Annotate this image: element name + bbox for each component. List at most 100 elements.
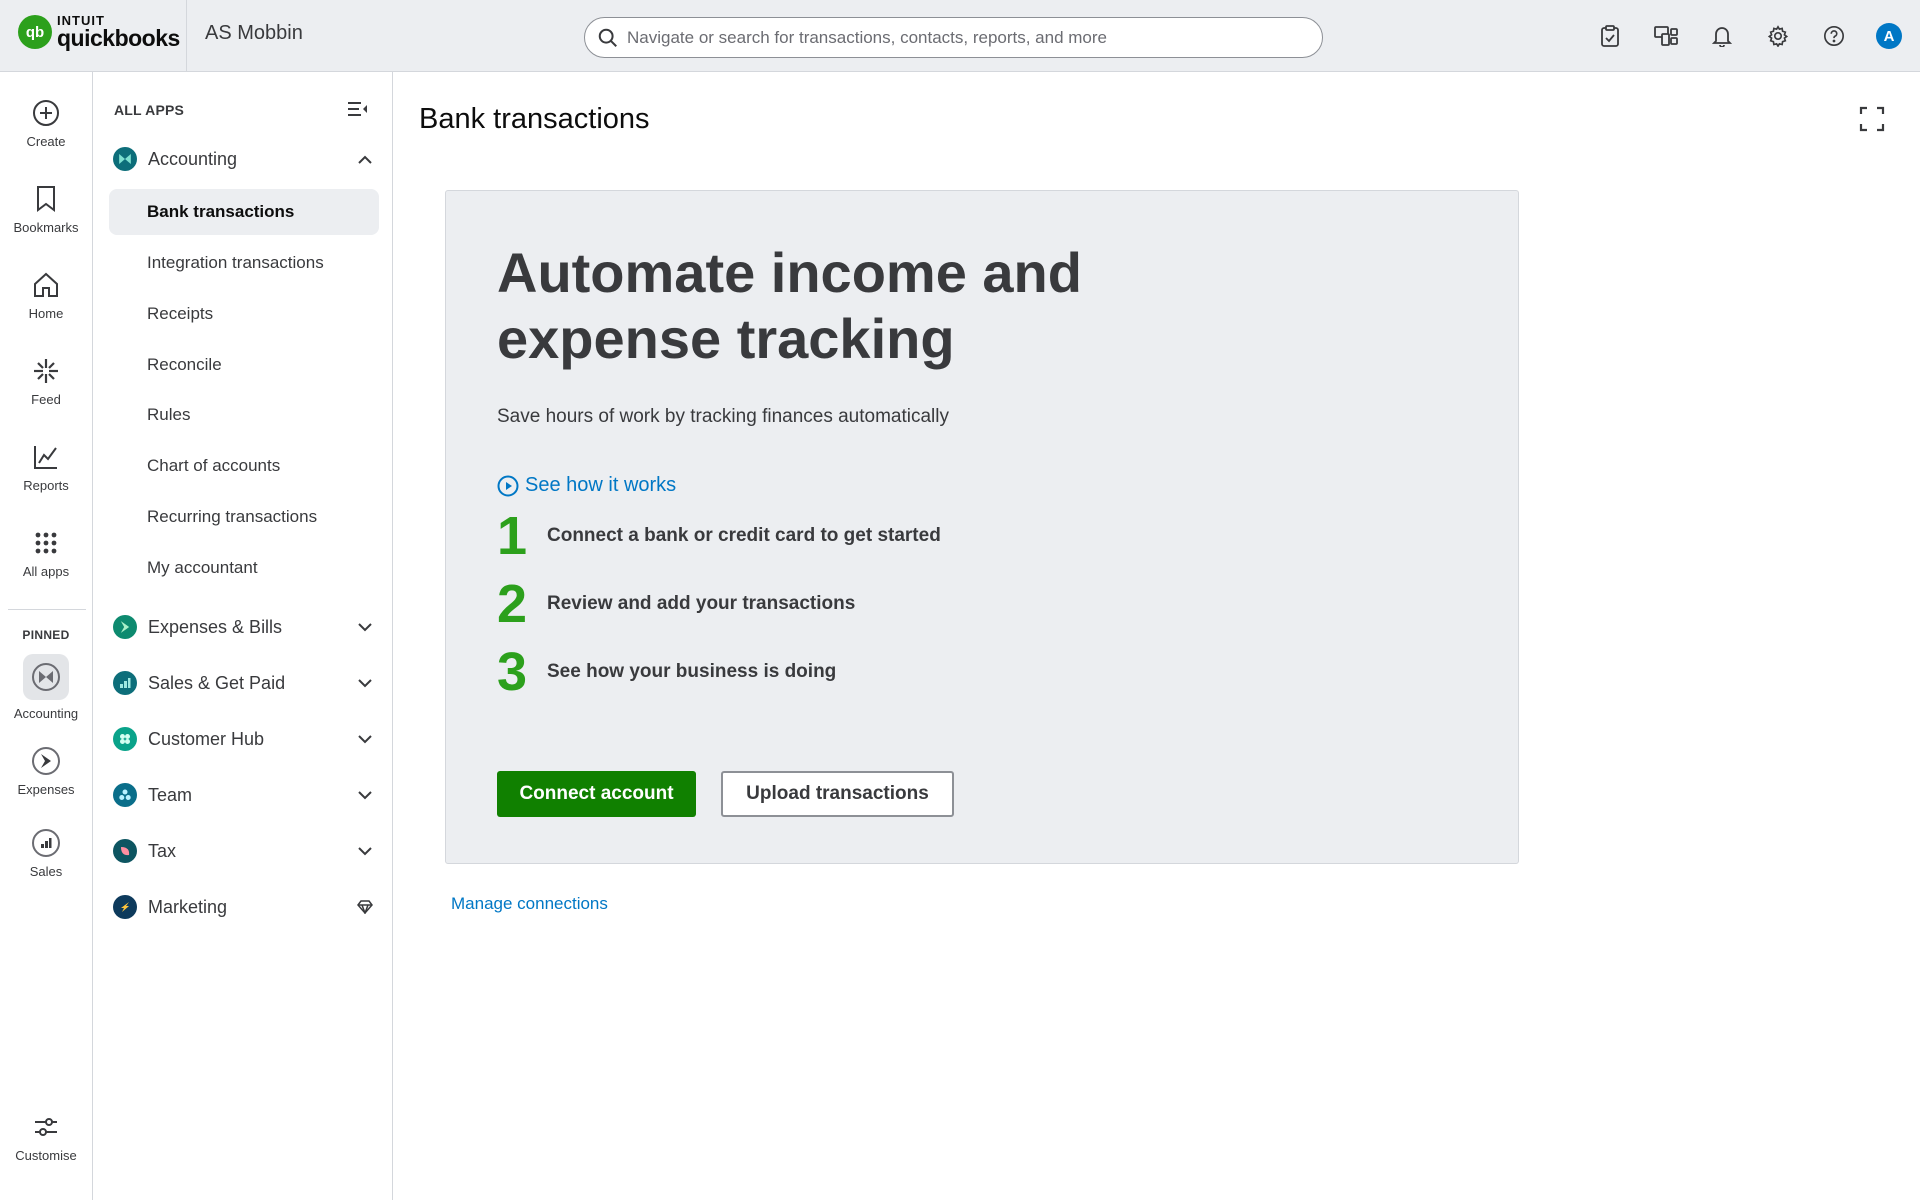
user-avatar[interactable]: A: [1876, 23, 1902, 49]
rail-bookmarks[interactable]: Bookmarks: [0, 182, 92, 235]
rail-all-apps[interactable]: All apps: [0, 526, 92, 579]
nav-item-integration-transactions[interactable]: Integration transactions: [109, 240, 379, 286]
hero-line-1: Automate income and: [497, 241, 1082, 304]
step-1: 1 Connect a bank or credit card to get s…: [497, 509, 941, 563]
team-app-icon: [113, 783, 137, 807]
search-input[interactable]: [627, 27, 1307, 48]
nav-item-reconcile[interactable]: Reconcile: [109, 342, 379, 388]
manage-connections-link[interactable]: Manage connections: [451, 894, 608, 914]
qb-logo-icon: qb: [18, 15, 52, 49]
rail-pinned-accounting-label: Accounting: [13, 706, 79, 721]
rail-home-label: Home: [28, 306, 64, 321]
line-chart-icon: [0, 440, 92, 474]
chevron-up-icon: [355, 149, 375, 169]
nav-group-team[interactable]: Team: [113, 779, 375, 811]
nav-item-recurring-transactions[interactable]: Recurring transactions: [109, 494, 379, 540]
nav-item-my-accountant[interactable]: My accountant: [109, 545, 379, 591]
global-search[interactable]: [584, 17, 1323, 58]
nav-group-accounting-label: Accounting: [148, 148, 238, 169]
chevron-down-icon: [355, 841, 375, 861]
all-apps-heading: ALL APPS: [114, 102, 185, 118]
top-icon-group: A: [1596, 22, 1920, 50]
nav-group-marketing-label: Marketing: [148, 896, 228, 917]
nav-group-marketing[interactable]: Marketing: [113, 891, 375, 923]
rail-customise[interactable]: Customise: [0, 1110, 92, 1163]
rail-pinned-expenses[interactable]: Expenses: [0, 744, 92, 797]
rail-home[interactable]: Home: [0, 268, 92, 321]
chevron-down-icon: [355, 729, 375, 749]
step-3-text: See how your business is doing: [547, 661, 837, 682]
onboarding-card: Automate income and expense tracking Sav…: [445, 190, 1519, 864]
page-title: Bank transactions: [419, 103, 650, 135]
rail-pinned-expenses-label: Expenses: [17, 782, 75, 797]
top-bar: qb INTUIT quickbooks AS Mobbin A: [0, 0, 1920, 72]
play-circle-icon: [497, 475, 519, 496]
chevron-down-icon: [355, 617, 375, 637]
expenses-icon: [32, 747, 60, 775]
hero-heading: Automate income and expense tracking: [497, 240, 1197, 372]
sliders-icon: [0, 1110, 92, 1144]
diamond-icon: [355, 897, 375, 917]
clipboard-check-icon[interactable]: [1596, 22, 1624, 50]
nav-item-bank-transactions[interactable]: Bank transactions: [109, 189, 379, 235]
help-icon[interactable]: [1820, 22, 1848, 50]
rail-pinned-sales[interactable]: Sales: [0, 826, 92, 879]
rail-feed[interactable]: Feed: [0, 354, 92, 407]
marketing-app-icon: [113, 895, 137, 919]
rail-pinned-sales-label: Sales: [29, 864, 63, 879]
sparkle-icon: [0, 354, 92, 388]
expenses-app-icon: [113, 615, 137, 639]
accounting-app-icon: [113, 147, 137, 171]
step-2-text: Review and add your transactions: [547, 593, 856, 614]
step-3-number: 3: [497, 642, 528, 702]
rail-create-label: Create: [26, 134, 66, 149]
gear-icon[interactable]: [1764, 22, 1792, 50]
rail-all-apps-label: All apps: [22, 564, 70, 579]
nav-group-customer-hub[interactable]: Customer Hub: [113, 723, 375, 755]
rail-pinned-accounting[interactable]: Accounting: [0, 654, 92, 721]
company-name[interactable]: AS Mobbin: [205, 22, 303, 45]
quickbooks-logo[interactable]: qb INTUIT quickbooks: [18, 14, 180, 50]
sales-app-icon: [113, 671, 137, 695]
nav-group-expenses-label: Expenses & Bills: [148, 616, 283, 637]
nav-group-accounting[interactable]: Accounting: [113, 143, 375, 175]
tax-app-icon: [113, 839, 137, 863]
sales-icon: [32, 829, 60, 857]
app-navigation-panel: ALL APPS Accounting Bank transactions In…: [93, 72, 393, 1200]
apps-switcher-icon[interactable]: [1652, 22, 1680, 50]
nav-group-tax-label: Tax: [148, 840, 177, 861]
nav-group-expenses-bills[interactable]: Expenses & Bills: [113, 611, 375, 643]
connect-account-button[interactable]: Connect account: [497, 771, 696, 817]
rail-reports-label: Reports: [23, 478, 69, 493]
step-1-number: 1: [497, 506, 528, 566]
chevron-down-icon: [355, 785, 375, 805]
nav-group-team-label: Team: [148, 784, 193, 805]
rail-create[interactable]: Create: [0, 96, 92, 149]
step-1-text: Connect a bank or credit card to get sta…: [547, 525, 941, 546]
pinned-heading: PINNED: [22, 628, 70, 642]
rail-reports[interactable]: Reports: [0, 440, 92, 493]
nav-item-receipts[interactable]: Receipts: [109, 291, 379, 337]
rail-bookmarks-label: Bookmarks: [13, 220, 79, 235]
plus-circle-icon: [0, 96, 92, 130]
collapse-panel-icon[interactable]: [347, 100, 369, 123]
main-content: Bank transactions Automate income and ex…: [394, 72, 1920, 1200]
upload-transactions-button[interactable]: Upload transactions: [721, 771, 954, 817]
expand-icon[interactable]: [1859, 106, 1885, 137]
accounting-icon: [32, 663, 60, 691]
search-icon: [598, 28, 617, 47]
see-how-it-works-label: See how it works: [525, 474, 677, 496]
bookmark-icon: [0, 182, 92, 216]
home-icon: [0, 268, 92, 302]
step-3: 3 See how your business is doing: [497, 645, 836, 699]
chevron-down-icon: [355, 673, 375, 693]
hero-subtitle: Save hours of work by tracking finances …: [497, 406, 949, 427]
nav-group-sales-get-paid[interactable]: Sales & Get Paid: [113, 667, 375, 699]
bell-icon[interactable]: [1708, 22, 1736, 50]
nav-item-chart-of-accounts[interactable]: Chart of accounts: [109, 443, 379, 489]
nav-item-rules[interactable]: Rules: [109, 392, 379, 438]
see-how-it-works-link[interactable]: See how it works: [497, 474, 676, 497]
nav-group-tax[interactable]: Tax: [113, 835, 375, 867]
nav-group-sales-label: Sales & Get Paid: [148, 672, 286, 693]
rail-divider: [8, 609, 86, 610]
